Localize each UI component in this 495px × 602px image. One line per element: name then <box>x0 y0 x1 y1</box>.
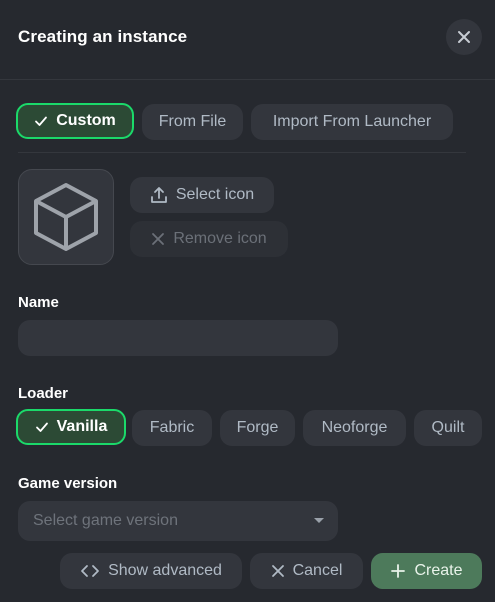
loader-fabric[interactable]: Fabric <box>132 410 212 446</box>
plus-icon <box>390 563 406 579</box>
create-instance-modal: Creating an instance Custom From File Im… <box>0 0 495 602</box>
create-button[interactable]: Create <box>371 553 482 589</box>
select-icon-label: Select icon <box>175 186 255 203</box>
tab-from-file[interactable]: From File <box>142 104 243 140</box>
x-icon <box>271 564 285 578</box>
loader-fabric-label: Fabric <box>149 419 195 436</box>
name-input[interactable] <box>18 320 338 356</box>
loader-vanilla-label: Vanilla <box>56 418 108 435</box>
game-version-label: Game version <box>18 475 118 492</box>
loader-neoforge[interactable]: Neoforge <box>303 410 406 446</box>
cube-icon <box>30 181 102 253</box>
tab-import-label: Import From Launcher <box>272 113 432 130</box>
loader-neoforge-label: Neoforge <box>321 419 388 436</box>
loader-quilt-label: Quilt <box>431 419 465 436</box>
check-icon <box>35 420 49 434</box>
remove-icon-button[interactable]: Remove icon <box>130 221 288 257</box>
cancel-label: Cancel <box>292 562 343 579</box>
chevron-down-icon <box>314 518 324 523</box>
select-icon-button[interactable]: Select icon <box>130 177 274 213</box>
tab-custom-label: Custom <box>56 112 116 129</box>
show-advanced-button[interactable]: Show advanced <box>60 553 242 589</box>
close-icon <box>457 30 471 44</box>
show-advanced-label: Show advanced <box>108 562 222 579</box>
cancel-button[interactable]: Cancel <box>250 553 363 589</box>
tab-import-from-launcher[interactable]: Import From Launcher <box>251 104 453 140</box>
remove-icon-label: Remove icon <box>173 230 267 247</box>
modal-header: Creating an instance <box>0 0 495 80</box>
game-version-select[interactable]: Select game version <box>18 501 338 541</box>
x-icon <box>151 232 165 246</box>
game-version-placeholder: Select game version <box>33 512 178 529</box>
loader-forge-label: Forge <box>236 419 279 436</box>
modal-title: Creating an instance <box>18 27 188 46</box>
loader-quilt[interactable]: Quilt <box>414 410 482 446</box>
divider <box>18 152 466 153</box>
instance-icon-preview <box>18 169 114 265</box>
tab-from-file-label: From File <box>158 113 227 130</box>
create-label: Create <box>414 562 463 579</box>
upload-icon <box>150 186 168 204</box>
code-icon <box>80 563 100 579</box>
loader-forge[interactable]: Forge <box>220 410 295 446</box>
loader-vanilla[interactable]: Vanilla <box>16 409 126 445</box>
tab-custom[interactable]: Custom <box>16 103 134 139</box>
loader-label: Loader <box>18 385 69 402</box>
close-button[interactable] <box>446 19 482 55</box>
check-icon <box>34 114 48 128</box>
name-label: Name <box>18 294 59 311</box>
